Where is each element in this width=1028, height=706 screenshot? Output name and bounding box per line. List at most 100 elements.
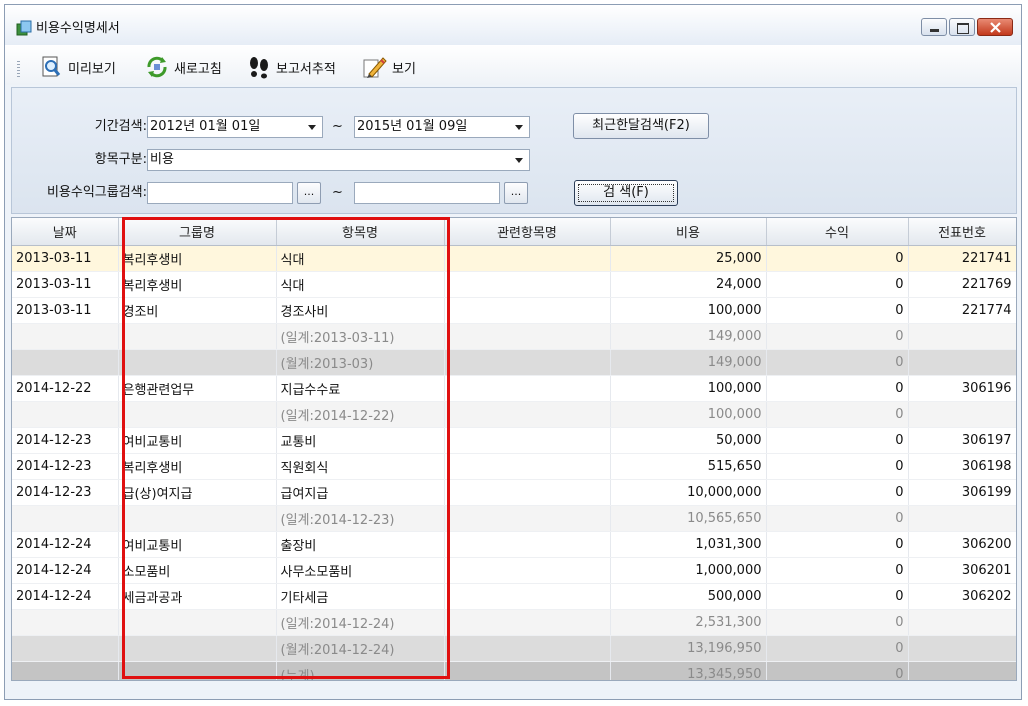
focus-rect [578,184,674,202]
close-button[interactable] [977,18,1013,36]
item-col-header[interactable]: 항목명 [276,218,445,246]
minimize-button[interactable] [921,18,947,36]
date-col-header[interactable]: 날짜 [12,218,119,246]
table-row[interactable]: 2014-12-24 소모품비 사무소모품비 1,000,000 0 306201 [12,557,1016,584]
group-cell [118,401,277,428]
chevron-down-icon[interactable] [515,125,523,130]
cost-col-header[interactable]: 비용 [610,218,767,246]
income-cell: 0 [766,661,909,680]
table-row[interactable]: 2013-03-11 복리후생비 식대 24,000 0 221769 [12,271,1016,298]
voucher-cell: 306199 [908,479,1016,506]
table-row[interactable]: 2014-12-24 여비교통비 출장비 1,031,300 0 306200 [12,531,1016,558]
cost-income-grid[interactable]: 날짜 그룹명 항목명 관련항목명 비용 수익 전표번호 2013-03-11 복리후생비 식대 2… [11,217,1017,681]
daily-subtotal-row[interactable]: (일계:2014-12-23) 10,565,650 0 [12,505,1016,532]
date-cell: 2014-12-23 [12,479,119,506]
category-combo[interactable]: 비용 [147,149,530,171]
date-cell [12,505,119,532]
cost-cell: 515,650 [610,453,767,480]
related-cell [444,505,611,532]
cost-cell: 24,000 [610,271,767,298]
report-trace-button[interactable]: 보고서추적 [247,53,336,81]
income-cell: 0 [766,531,909,558]
income-cell: 0 [766,583,909,610]
total-subtotal-row[interactable]: (누계) 13,345,950 0 [12,661,1016,680]
close-icon [990,22,1001,33]
related-cell [444,479,611,506]
date-cell: 2014-12-22 [12,375,119,402]
cost-cell: 1,000,000 [610,557,767,584]
voucher-col-header[interactable]: 전표번호 [908,218,1016,246]
income-cell: 0 [766,271,909,298]
daily-subtotal-row[interactable]: (일계:2014-12-22) 100,000 0 [12,401,1016,428]
date-cell [12,635,119,662]
income-cell: 0 [766,609,909,636]
daily-subtotal-row[interactable]: (일계:2013-03-11) 149,000 0 [12,323,1016,350]
group-from-input[interactable] [147,182,293,204]
view-button[interactable]: 보기 [361,53,416,81]
group-cell: 여비교통비 [118,531,277,558]
period-tilde: ~ [332,119,343,134]
table-row[interactable]: 2014-12-23 여비교통비 교통비 50,000 0 306197 [12,427,1016,454]
item-cell: 교통비 [276,427,445,454]
income-cell: 0 [766,401,909,428]
cost-cell: 100,000 [610,297,767,324]
group-from-browse-button[interactable]: ... [297,182,321,204]
preview-button[interactable]: 미리보기 [41,53,116,81]
search-button[interactable]: 검 색(F) [574,180,678,206]
chevron-down-icon[interactable] [515,158,523,163]
cost-cell: 149,000 [610,349,767,376]
group-cell: 복리후생비 [118,453,277,480]
item-cell: (일계:2013-03-11) [276,323,445,350]
related-cell [444,609,611,636]
table-row[interactable]: 2013-03-11 복리후생비 식대 25,000 0 221741 [12,245,1016,272]
table-row[interactable]: 2014-12-22 은행관련업무 지급수수료 100,000 0 306196 [12,375,1016,402]
toolbar-grip[interactable] [17,61,20,79]
refresh-button[interactable]: 새로고침 [145,53,222,81]
related-cell [444,427,611,454]
table-row[interactable]: 2013-03-11 경조비 경조사비 100,000 0 221774 [12,297,1016,324]
start-date-combo[interactable]: 2012년 01월 01일 [147,116,323,138]
monthly-subtotal-row[interactable]: (월계:2014-12-24) 13,196,950 0 [12,635,1016,662]
date-cell [12,349,119,376]
table-row[interactable]: 2014-12-24 세금과공과 기타세금 500,000 0 306202 [12,583,1016,610]
preview-label: 미리보기 [68,61,116,77]
voucher-cell: 221741 [908,245,1016,272]
group-col-header[interactable]: 그룹명 [118,218,277,246]
group-cell: 복리후생비 [118,271,277,298]
maximize-button[interactable] [949,18,975,36]
table-row[interactable]: 2014-12-23 복리후생비 직원회식 515,650 0 306198 [12,453,1016,480]
recent-month-search-button[interactable]: 최근한달검색(F2) [573,113,709,139]
item-cell: 직원회식 [276,453,445,480]
end-date-combo[interactable]: 2015년 01월 09일 [354,116,530,138]
chevron-down-icon[interactable] [308,125,316,130]
voucher-cell [908,635,1016,662]
item-cell: 급여지급 [276,479,445,506]
date-cell: 2014-12-24 [12,531,119,558]
item-cell: 식대 [276,245,445,272]
cost-cell: 13,345,950 [610,661,767,680]
item-cell: (일계:2014-12-22) [276,401,445,428]
item-cell: 경조사비 [276,297,445,324]
related-cell [444,271,611,298]
related-cell [444,323,611,350]
date-cell [12,661,119,680]
related-cell [444,557,611,584]
income-cell: 0 [766,479,909,506]
table-row[interactable]: 2014-12-23 급(상)여지급 급여지급 10,000,000 0 306199 [12,479,1016,506]
voucher-cell [908,505,1016,532]
monthly-subtotal-row[interactable]: (월계:2013-03) 149,000 0 [12,349,1016,376]
income-col-header[interactable]: 수익 [766,218,909,246]
cost-cell: 500,000 [610,583,767,610]
related-col-header[interactable]: 관련항목명 [444,218,611,246]
voucher-cell: 306201 [908,557,1016,584]
item-cell: (월계:2014-12-24) [276,635,445,662]
voucher-cell: 306198 [908,453,1016,480]
group-to-input[interactable] [354,182,500,204]
cost-cell: 50,000 [610,427,767,454]
related-cell [444,375,611,402]
daily-subtotal-row[interactable]: (일계:2014-12-24) 2,531,300 0 [12,609,1016,636]
view-label: 보기 [392,61,416,77]
group-cell: 소모품비 [118,557,277,584]
group-to-browse-button[interactable]: ... [504,182,528,204]
related-cell [444,635,611,662]
